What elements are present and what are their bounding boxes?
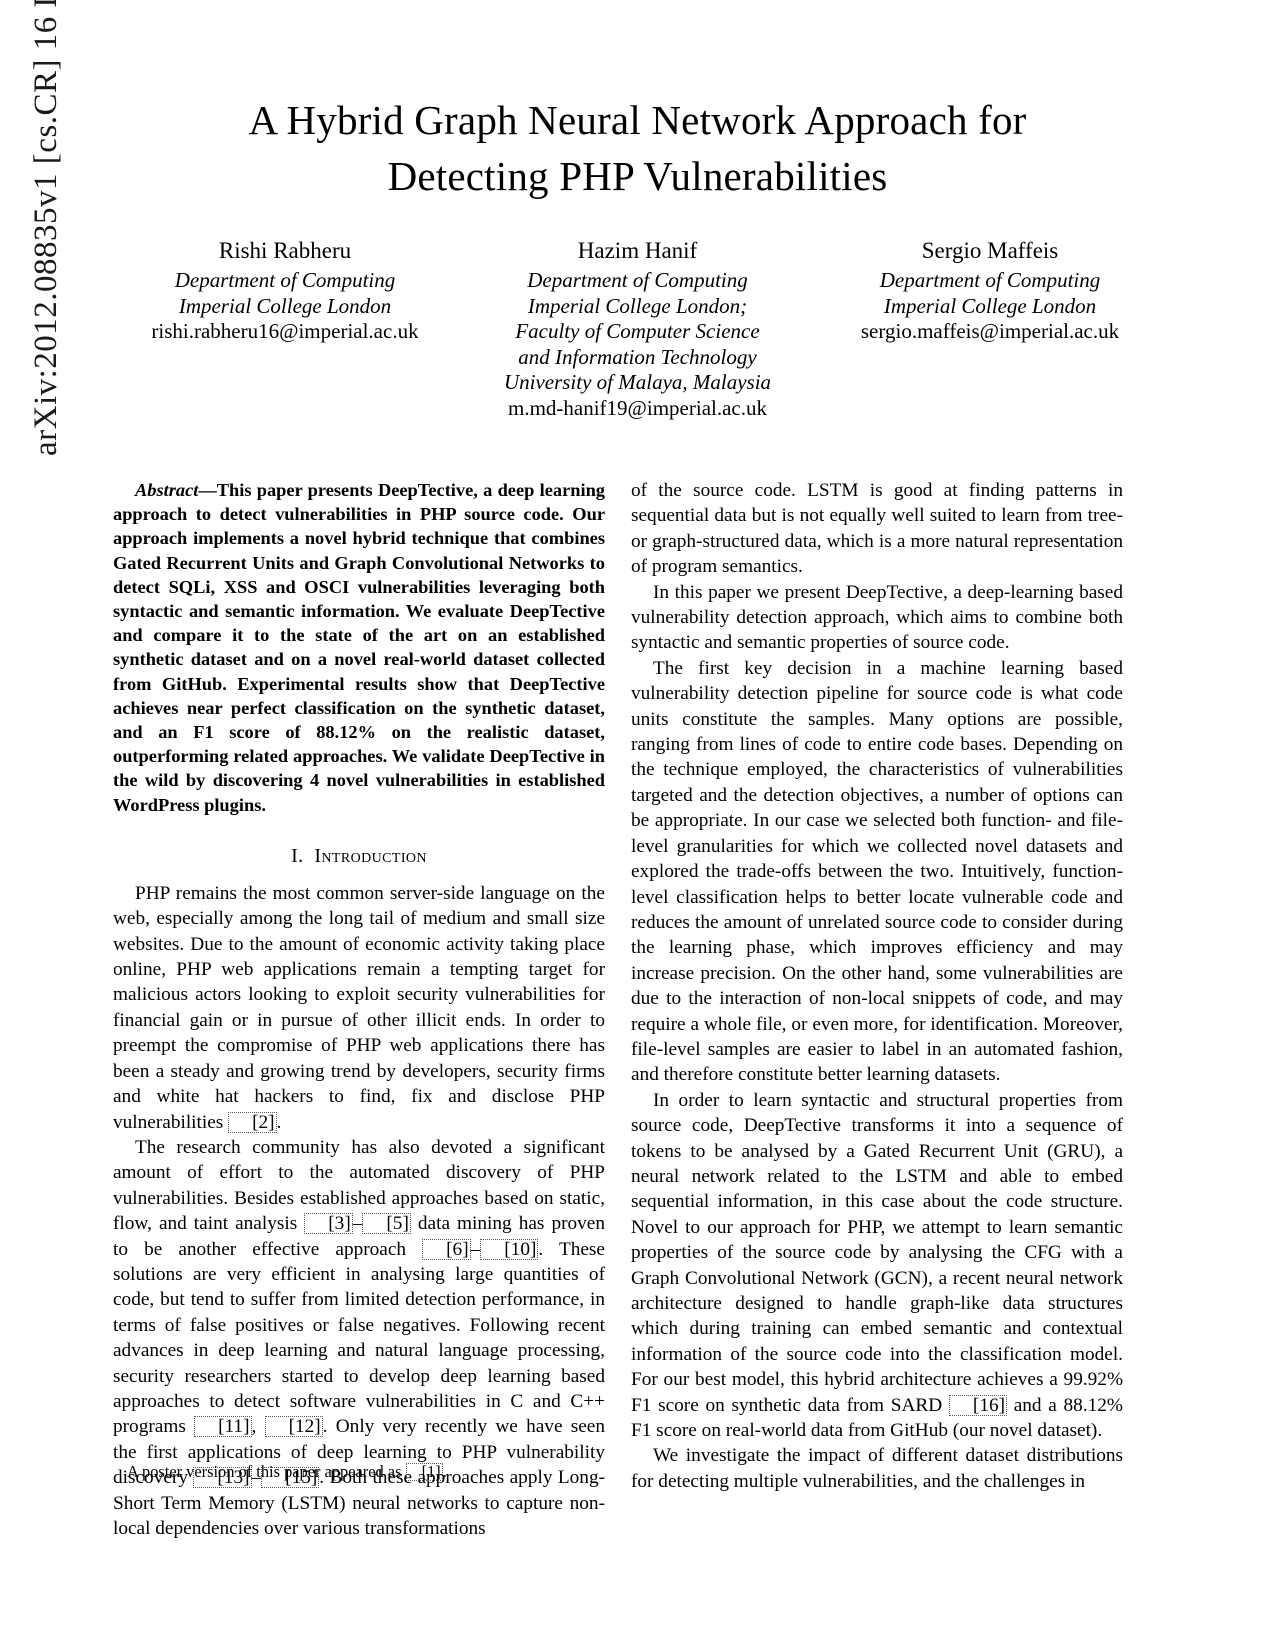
author-email[interactable]: sergio.maffeis@imperial.ac.uk — [825, 319, 1155, 345]
citation-link[interactable]: [12] — [264, 1416, 323, 1438]
author-affiliation: University of Malaya, Malaysia — [503, 370, 772, 394]
author-email[interactable]: rishi.rabheru16@imperial.ac.uk — [120, 319, 450, 345]
author-email[interactable]: m.md-hanif19@imperial.ac.uk — [473, 396, 803, 422]
section-number: I. — [291, 844, 304, 867]
arxiv-stamp: arXiv:2012.08835v1 [cs.CR] 16 Dec 2020 — [28, 0, 64, 456]
section-heading-introduction: I. Introduction — [113, 843, 605, 869]
citation-link[interactable]: [16] — [948, 1394, 1008, 1416]
author-column-3: Sergio Maffeis Department of Computing I… — [825, 236, 1155, 345]
paragraph-body-7: We investigate the impact of different d… — [631, 1445, 1123, 1492]
author-affiliation: Department of Computing — [527, 268, 748, 292]
title-line-1: A Hybrid Graph Neural Network Approach f… — [248, 97, 1027, 143]
title-line-2: Detecting PHP Vulnerabilities — [387, 153, 888, 199]
text-run: In order to learn syntactic and structur… — [631, 1089, 1123, 1416]
body-columns: Abstract—This paper presents DeepTective… — [113, 478, 1123, 1539]
footnote-block: A poster version of this paper appeared … — [113, 1461, 605, 1482]
citation-link[interactable]: [5] — [362, 1213, 411, 1235]
author-name: Hazim Hanif — [577, 238, 698, 263]
abstract-label: Abstract — [135, 480, 199, 500]
author-name: Sergio Maffeis — [921, 238, 1059, 263]
citation-link[interactable]: [3] — [304, 1213, 353, 1235]
citation-link[interactable]: [11] — [194, 1416, 252, 1438]
text-run: A poster version of this paper appeared … — [127, 1462, 406, 1481]
author-block: Rishi Rabheru Department of Computing Im… — [120, 236, 1155, 421]
abstract-text: This paper presents DeepTective, a deep … — [113, 480, 605, 815]
page-title: A Hybrid Graph Neural Network Approach f… — [120, 92, 1155, 204]
author-affiliation: Department of Computing — [174, 268, 396, 292]
footnote-text: A poster version of this paper appeared … — [113, 1461, 605, 1482]
text-run: – — [352, 1213, 363, 1235]
column-right: of the source code. LSTM is good at find… — [631, 478, 1123, 1494]
author-affiliation: Imperial College London — [178, 293, 392, 318]
citation-link[interactable]: [2] — [228, 1111, 277, 1133]
author-affiliation: and Information Technology — [518, 344, 757, 369]
column-left: Abstract—This paper presents DeepTective… — [113, 478, 605, 1541]
paragraph-body-4: In this paper we present DeepTective, a … — [631, 581, 1123, 654]
author-column-1: Rishi Rabheru Department of Computing Im… — [120, 236, 450, 345]
text-run: , — [251, 1416, 265, 1438]
citation-link[interactable]: [1] — [405, 1463, 443, 1481]
author-affiliation: Department of Computing — [879, 268, 1101, 292]
author-column-2: Hazim Hanif Department of Computing Impe… — [473, 236, 803, 421]
paragraph-intro-1: PHP remains the most common server-side … — [113, 881, 605, 1135]
text-run: PHP remains the most common server-side … — [113, 882, 605, 1133]
paragraph-body-6: In order to learn syntactic and structur… — [631, 1088, 1123, 1444]
author-name: Rishi Rabheru — [218, 238, 352, 263]
citation-link[interactable]: [6] — [422, 1238, 471, 1260]
text-run: – — [470, 1238, 481, 1260]
abstract-paragraph: Abstract—This paper presents DeepTective… — [113, 478, 605, 817]
abstract-dash: — — [198, 480, 217, 500]
paper-page: arXiv:2012.08835v1 [cs.CR] 16 Dec 2020 A… — [0, 0, 1275, 1650]
citation-link[interactable]: [10] — [480, 1238, 539, 1260]
author-affiliation: Imperial College London — [883, 293, 1097, 318]
text-run: . — [276, 1111, 282, 1133]
text-run: . — [442, 1462, 447, 1481]
author-affiliation: Faculty of Computer Science — [515, 319, 760, 343]
paragraph-body-3: of the source code. LSTM is good at find… — [631, 480, 1123, 578]
section-title: Introduction — [314, 844, 427, 867]
text-run: . These solutions are very efficient in … — [113, 1238, 605, 1438]
author-affiliation: Imperial College London; — [527, 293, 748, 318]
paragraph-body-5: The first key decision in a machine lear… — [631, 657, 1123, 1086]
